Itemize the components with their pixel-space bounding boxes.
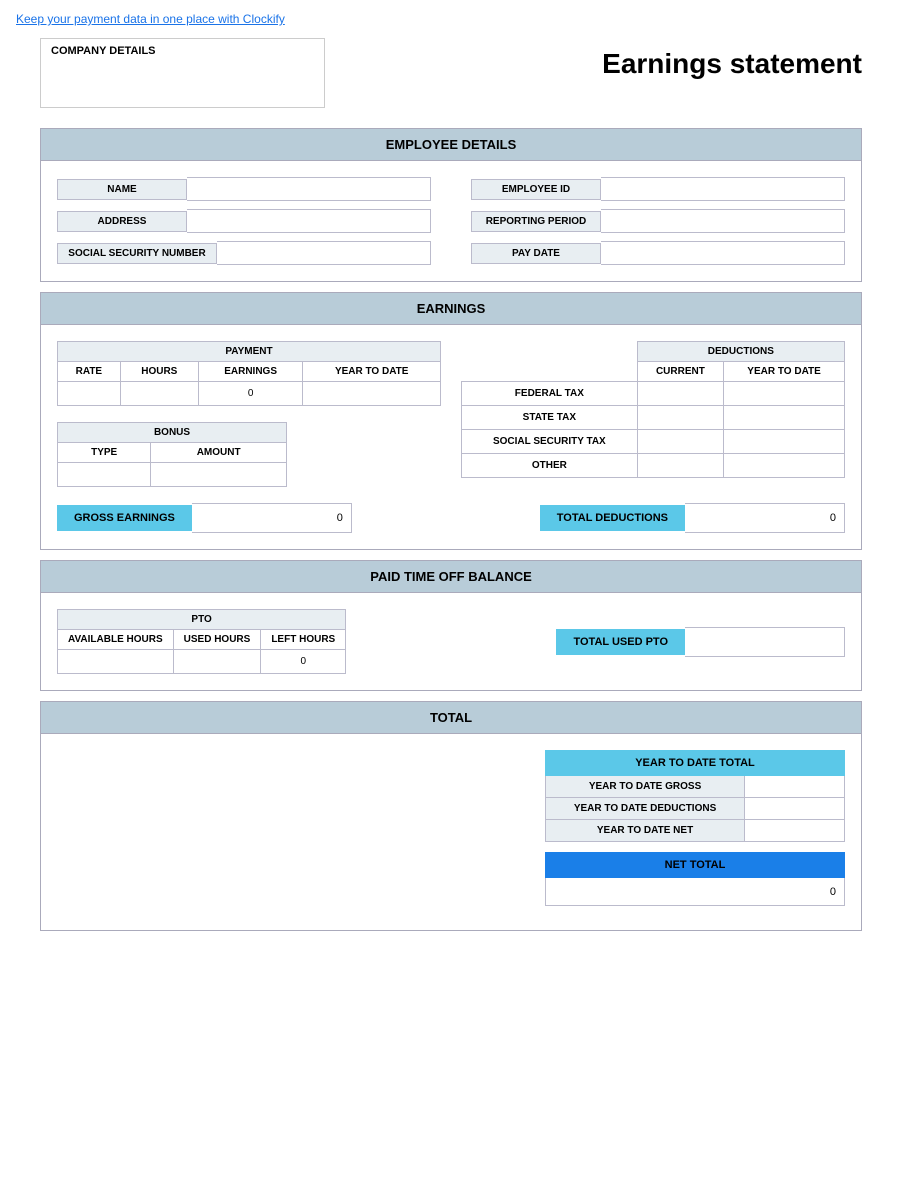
- other-current[interactable]: [637, 454, 723, 478]
- total-section-header: TOTAL: [40, 701, 862, 734]
- bonus-type-col: TYPE: [58, 443, 151, 463]
- pto-used-col: USED HOURS: [173, 630, 261, 650]
- bonus-title: BONUS: [58, 423, 287, 443]
- payment-rate-col: RATE: [58, 362, 121, 382]
- total-used-pto-label: TOTAL USED PTO: [556, 629, 685, 655]
- pay-date-value[interactable]: [601, 241, 845, 265]
- net-total-value[interactable]: 0: [546, 878, 845, 906]
- ytd-net-value[interactable]: [745, 820, 845, 842]
- payment-hours-value[interactable]: [120, 382, 198, 406]
- company-details-box: COMPANY DETAILS: [40, 38, 325, 108]
- state-tax-ytd[interactable]: [724, 406, 845, 430]
- total-used-pto-value[interactable]: [685, 627, 845, 657]
- earnings-header: EARNINGS: [40, 292, 862, 325]
- address-value[interactable]: [187, 209, 431, 233]
- pto-header: PAID TIME OFF BALANCE: [40, 560, 862, 593]
- employee-id-label: EMPLOYEE ID: [471, 179, 601, 200]
- pto-used-value[interactable]: [173, 650, 261, 674]
- employee-details-header: EMPLOYEE DETAILS: [40, 128, 862, 161]
- total-deductions-total: TOTAL DEDUCTIONS 0: [540, 503, 845, 533]
- payment-hours-col: HOURS: [120, 362, 198, 382]
- ytd-gross-value[interactable]: [745, 776, 845, 798]
- social-security-ytd[interactable]: [724, 430, 845, 454]
- pto-available-value[interactable]: [58, 650, 174, 674]
- employee-id-value[interactable]: [601, 177, 845, 201]
- pto-title: PTO: [58, 610, 346, 630]
- state-tax-current[interactable]: [637, 406, 723, 430]
- payment-earnings-value[interactable]: 0: [198, 382, 303, 406]
- payment-title: PAYMENT: [58, 342, 441, 362]
- ytd-total-header: YEAR TO DATE TOTAL: [546, 751, 845, 776]
- name-value[interactable]: [187, 177, 431, 201]
- net-total-header: NET TOTAL: [546, 853, 845, 878]
- ytd-gross-label: YEAR TO DATE GROSS: [546, 776, 745, 798]
- payment-ytd-value[interactable]: [303, 382, 441, 406]
- ssn-label: SOCIAL SECURITY NUMBER: [57, 243, 217, 264]
- deductions-title: DEDUCTIONS: [637, 342, 844, 362]
- payment-rate-value[interactable]: [58, 382, 121, 406]
- page-title: Earnings statement: [602, 38, 862, 80]
- deductions-ytd-col: YEAR TO DATE: [724, 362, 845, 382]
- bonus-amount-value[interactable]: [151, 463, 287, 487]
- federal-tax-current[interactable]: [637, 382, 723, 406]
- bonus-amount-col: AMOUNT: [151, 443, 287, 463]
- total-deductions-label: TOTAL DEDUCTIONS: [540, 505, 685, 531]
- state-tax-label: STATE TAX: [462, 406, 638, 430]
- address-label: ADDRESS: [57, 211, 187, 232]
- deductions-current-col: CURRENT: [637, 362, 723, 382]
- reporting-period-label: REPORTING PERIOD: [471, 211, 601, 232]
- ytd-deductions-label: YEAR TO DATE DEDUCTIONS: [546, 798, 745, 820]
- social-security-tax-label: SOCIAL SECURITY TAX: [462, 430, 638, 454]
- clockify-link[interactable]: Keep your payment data in one place with…: [16, 12, 285, 26]
- total-deductions-value[interactable]: 0: [685, 503, 845, 533]
- gross-earnings-label: GROSS EARNINGS: [57, 505, 192, 531]
- name-label: NAME: [57, 179, 187, 200]
- social-security-current[interactable]: [637, 430, 723, 454]
- total-used-pto-box: TOTAL USED PTO: [556, 627, 845, 657]
- other-ytd[interactable]: [724, 454, 845, 478]
- ytd-net-label: YEAR TO DATE NET: [546, 820, 745, 842]
- pto-left-value[interactable]: 0: [261, 650, 346, 674]
- federal-tax-ytd[interactable]: [724, 382, 845, 406]
- company-details-label: COMPANY DETAILS: [51, 45, 156, 57]
- federal-tax-label: FEDERAL TAX: [462, 382, 638, 406]
- payment-ytd-col: YEAR TO DATE: [303, 362, 441, 382]
- other-label: OTHER: [462, 454, 638, 478]
- payment-earnings-col: EARNINGS: [198, 362, 303, 382]
- ssn-value[interactable]: [217, 241, 431, 265]
- pto-available-col: AVAILABLE HOURS: [58, 630, 174, 650]
- pto-left-col: LEFT HOURS: [261, 630, 346, 650]
- bonus-type-value[interactable]: [58, 463, 151, 487]
- ytd-deductions-value[interactable]: [745, 798, 845, 820]
- reporting-period-value[interactable]: [601, 209, 845, 233]
- gross-earnings-total: GROSS EARNINGS 0: [57, 503, 352, 533]
- gross-earnings-value[interactable]: 0: [192, 503, 352, 533]
- pay-date-label: PAY DATE: [471, 243, 601, 264]
